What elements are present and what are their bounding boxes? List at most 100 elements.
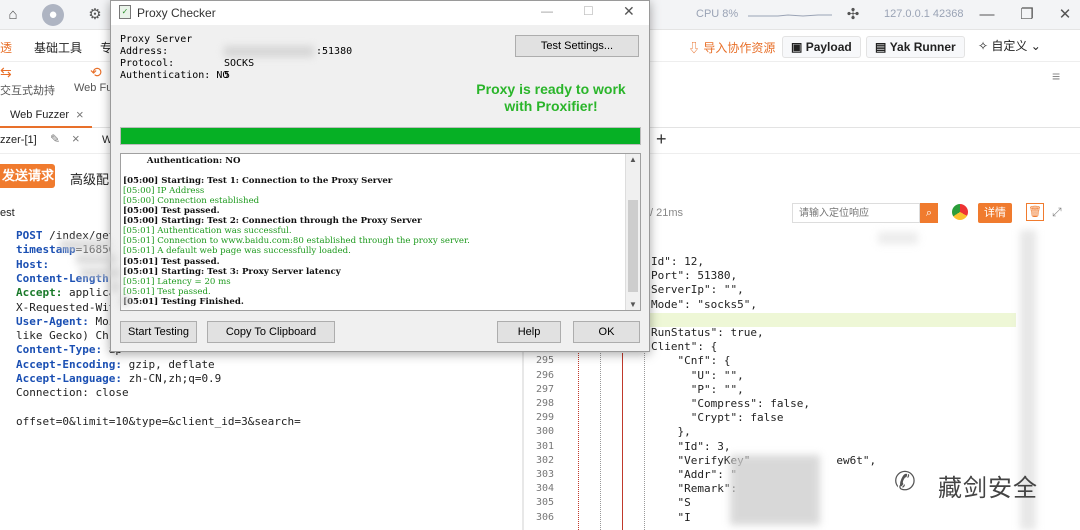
auth-label: Authentication:	[120, 70, 211, 81]
dialog-title-bar: ✓ Proxy Checker — ☐ ✕	[111, 1, 649, 25]
network-icon[interactable]: ✣	[844, 6, 862, 24]
header-value: zh-CN,zh;q=0.9	[121, 372, 222, 385]
indent-guide	[622, 353, 623, 530]
redacted-area	[60, 240, 110, 250]
test-log[interactable]: ▲ ▼ Authentication: NO [05:00] Starting: …	[120, 153, 641, 311]
home-icon[interactable]: ⌂	[4, 6, 22, 24]
response-line: "Id": 3,	[651, 439, 731, 453]
tab-web-fuzzer-label: Web Fuzzer	[10, 109, 70, 121]
help-button[interactable]: Help	[497, 321, 561, 343]
import-collab-button[interactable]: ⇩ 导入协作资源	[688, 39, 775, 56]
scroll-thumb[interactable]	[628, 200, 638, 292]
protocol-value: SOCKS 5	[224, 58, 255, 81]
add-tab-icon[interactable]: +	[656, 129, 667, 150]
header-key: Host:	[16, 257, 50, 271]
header-key: User-Agent:	[16, 314, 89, 328]
ok-button[interactable]: OK	[573, 321, 640, 343]
tab-web-fuzzer[interactable]: Web Fuzzer ×	[0, 104, 92, 128]
response-line: RunStatus": true,	[651, 326, 764, 339]
delete-icon[interactable]: 🗑	[1026, 203, 1044, 221]
header-key: POST	[16, 229, 43, 242]
avatar[interactable]: ●	[42, 4, 64, 26]
line-number: 303	[535, 469, 554, 480]
request-line: X-Requested-With	[16, 301, 122, 314]
redacted-area	[120, 296, 130, 306]
log-scrollbar[interactable]: ▲ ▼	[625, 154, 640, 310]
response-timing: / 21ms	[650, 207, 684, 219]
advanced-config-button[interactable]: 高级配	[70, 169, 109, 188]
response-line: "I	[651, 510, 691, 524]
line-number: 306	[535, 511, 554, 523]
search-icon[interactable]: ⌕	[920, 203, 938, 223]
response-line: "P": "",	[651, 382, 744, 396]
dialog-maximize-icon: ☐	[583, 4, 594, 18]
test-settings-button[interactable]: Test Settings...	[515, 35, 639, 57]
header-value: X-Requested-With	[16, 300, 122, 314]
fuzzer-icon[interactable]: ⟲	[90, 64, 102, 81]
request-line: User-Agent: Mozi	[16, 315, 122, 328]
line-number: 304	[535, 483, 554, 495]
menu-tab-basic-tools[interactable]: 基础工具	[34, 39, 82, 56]
tool-hijack[interactable]: 交互式劫持	[0, 82, 55, 98]
proxy-info: Proxy Server Address::51380 Protocol: SOC…	[120, 34, 352, 82]
log-line: [05:00] Starting: Test 2: Connection thr…	[123, 216, 422, 227]
highlight-line	[648, 313, 1016, 327]
sort-icon[interactable]: ≡	[1052, 68, 1060, 84]
detail-button[interactable]: 详情	[978, 203, 1012, 223]
response-line: ServerIp": "",	[651, 283, 744, 297]
close-tab-icon[interactable]: ×	[76, 107, 84, 122]
header-value	[49, 258, 56, 271]
edit-icon[interactable]: ✎	[50, 132, 60, 146]
close-subtab-icon[interactable]: ×	[72, 131, 80, 146]
payload-button[interactable]: ▣ Payload	[782, 36, 861, 58]
response-line: "S	[651, 496, 691, 510]
header-value: offset=0&limit=10&type=&client_id=3&sear…	[16, 414, 301, 428]
scroll-down-icon[interactable]: ▼	[629, 300, 637, 309]
status-line-1: Proxy is ready to work	[476, 81, 626, 97]
chrome-icon[interactable]	[952, 204, 968, 220]
start-testing-button[interactable]: Start Testing	[120, 321, 197, 343]
locate-response-input[interactable]	[792, 203, 920, 223]
response-line: "Crypt": false	[651, 411, 784, 425]
response-line: },	[651, 425, 691, 439]
gear-icon[interactable]: ⚙	[86, 6, 104, 24]
header-value: gzip, deflate	[121, 357, 215, 371]
response-line: "Cnf": {	[651, 354, 731, 368]
status-message: Proxy is ready to work with Proxifier!	[431, 81, 671, 115]
sub-tab-fuzzer-1[interactable]: zzer-[1]	[0, 134, 37, 146]
hijack-icon[interactable]: ⇆	[0, 64, 12, 81]
import-label: 导入协作资源	[703, 41, 776, 55]
server-label: Proxy Server	[120, 34, 193, 45]
scroll-up-icon[interactable]: ▲	[629, 155, 637, 164]
copy-to-clipboard-button[interactable]: Copy To Clipboard	[207, 321, 335, 343]
customize-button[interactable]: ✧ 自定义 ⌄	[970, 36, 1049, 58]
line-number: 300	[535, 426, 554, 438]
close-icon[interactable]: ✕	[1056, 6, 1074, 24]
log-line: [05:01] Latency = 20 ms	[123, 276, 231, 287]
request-line: Content-Type: ap	[16, 343, 122, 356]
request-line: Host:	[16, 258, 56, 271]
menu-tab-penetration[interactable]: 透	[0, 39, 12, 56]
request-line: Accept-Language: zh-CN,zh;q=0.9	[16, 372, 221, 385]
send-request-button[interactable]: 发送请求	[0, 164, 55, 188]
cpu-graph	[748, 14, 832, 17]
request-line: Connection: close	[16, 386, 129, 399]
redacted-area	[878, 232, 918, 244]
restore-icon[interactable]: ❐	[1018, 6, 1036, 24]
status-line-2: with Proxifier!	[504, 98, 598, 114]
log-line: [05:01] Connection to www.baidu.com:80 e…	[123, 236, 470, 247]
log-line: [05:01] Testing Finished.	[123, 296, 244, 307]
minimize-icon[interactable]: —	[978, 6, 996, 24]
host-address: 127.0.0.1 42368	[884, 8, 964, 20]
yak-runner-button[interactable]: ▤ Yak Runner	[866, 36, 965, 58]
line-number: 298	[535, 398, 554, 409]
redacted-area	[80, 268, 120, 278]
dialog-close-icon[interactable]: ✕	[623, 3, 635, 20]
response-line: "U": "",	[651, 368, 744, 382]
line-number: 305	[535, 497, 554, 509]
response-line: "Compress": false,	[651, 397, 810, 410]
fullscreen-icon[interactable]: ⤢	[1052, 205, 1062, 220]
header-value: Connection: close	[16, 386, 129, 400]
dialog-minimize-icon[interactable]: —	[541, 4, 553, 18]
log-line: [05:01] Starting: Test 3: Proxy Server l…	[123, 266, 341, 277]
